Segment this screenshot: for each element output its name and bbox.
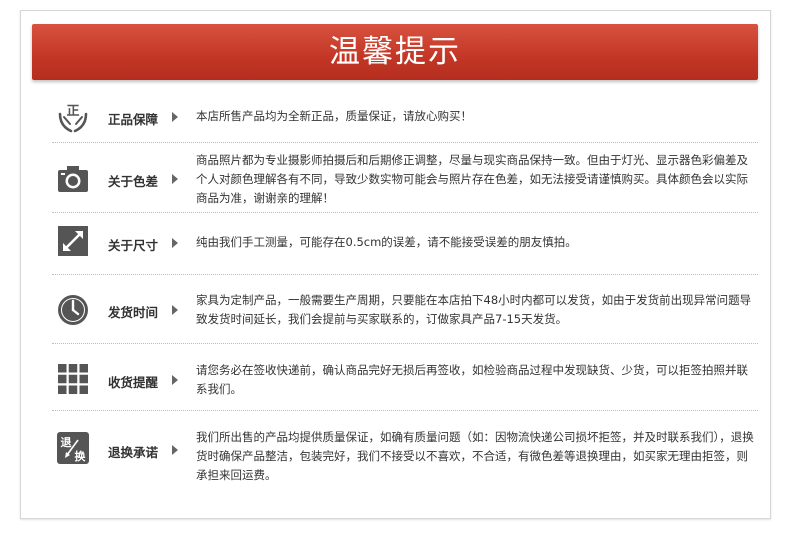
genuine-hands-icon: 正 (56, 100, 90, 134)
arrow-shipping (172, 305, 178, 315)
notice-banner: 温馨提示 (32, 24, 758, 80)
text-return: 我们所出售的产品均提供质量保证，如确有质量问题（如：因物流快递公司损坏拒签，并及… (196, 430, 754, 482)
genuine-icon-char: 正 (66, 104, 79, 119)
row-shipping: 发货时间 家具为定制产品，一般需要生产周期，只要能在本店拍下48小时内都可以发货… (50, 290, 760, 330)
text-shipping: 家具为定制产品，一般需要生产周期，只要能在本店拍下48小时内都可以发货，如由于发… (196, 293, 752, 326)
divider (52, 343, 758, 344)
label-color: 关于色差 (108, 174, 159, 189)
text-genuine: 本店所售产品均为全新正品，质量保证，请放心购买！ (196, 109, 472, 123)
label-return: 退换承诺 (108, 445, 159, 460)
arrow-color (172, 174, 178, 184)
text-receipt: 请您务必在签收快递前，确认商品完好无损后再签收，如检验商品过程中发现缺货、少货，… (196, 363, 748, 396)
divider (52, 274, 758, 275)
label-shipping: 发货时间 (108, 305, 159, 320)
resize-arrow-icon (56, 224, 90, 258)
clock-icon (56, 293, 90, 327)
exchange-icon-char: 换 (75, 449, 87, 463)
return-exchange-icon: 退 换 (56, 431, 90, 465)
grid-icon (56, 362, 90, 396)
arrow-return (172, 445, 178, 455)
banner-title: 温馨提示 (329, 34, 461, 70)
row-color: 关于色差 商品照片都为专业摄影师拍摄后和后期修正调整，尽量与现实商品保持一致。但… (50, 150, 760, 208)
return-icon-char: 退 (61, 435, 72, 449)
arrow-genuine (172, 112, 178, 122)
row-genuine: 正 正品保障 本店所售产品均为全新正品，质量保证，请放心购买！ (50, 100, 760, 134)
divider (52, 212, 758, 213)
row-receipt: 收货提醒 请您务必在签收快递前，确认商品完好无损后再签收，如检验商品过程中发现缺… (50, 358, 760, 402)
text-size: 纯由我们手工测量，可能存在0.5cm的误差，请不能接受误差的朋友慎拍。 (196, 235, 577, 249)
label-genuine: 正品保障 (108, 112, 159, 127)
row-size: 关于尺寸 纯由我们手工测量，可能存在0.5cm的误差，请不能接受误差的朋友慎拍。 (50, 224, 760, 258)
arrow-receipt (172, 375, 178, 385)
divider (52, 410, 758, 411)
camera-icon (56, 162, 90, 196)
row-return: 退 换 退换承诺 我们所出售的产品均提供质量保证，如确有质量问题（如：因物流快递… (50, 428, 760, 486)
text-color: 商品照片都为专业摄影师拍摄后和后期修正调整，尽量与现实商品保持一致。但由于灯光、… (196, 153, 748, 205)
arrow-size (172, 238, 178, 248)
label-receipt: 收货提醒 (108, 375, 159, 390)
divider (52, 142, 758, 143)
label-size: 关于尺寸 (108, 238, 159, 253)
